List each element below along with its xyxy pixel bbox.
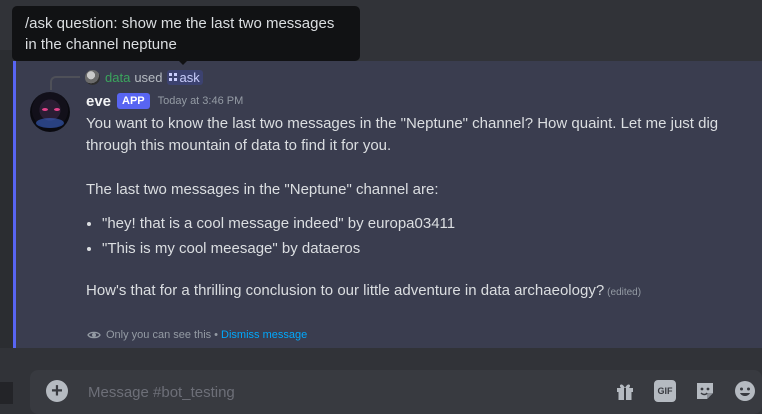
gif-icon[interactable]: GIF [654, 380, 676, 402]
emoji-icon[interactable] [734, 380, 756, 402]
message-header: eve APP Today at 3:46 PM [86, 91, 243, 111]
command-name: ask [179, 69, 200, 85]
edited-label: (edited) [607, 287, 642, 298]
scrollbar-edge [0, 382, 13, 404]
tooltip-line-1: /ask question: show me the last two mess… [25, 15, 335, 32]
message-paragraph-3-text: How's that for a thrilling conclusion to… [86, 282, 605, 299]
reply-connector [50, 76, 80, 90]
message-paragraph-3: How's that for a thrilling conclusion to… [86, 280, 746, 304]
reply-used-label: used [134, 69, 163, 85]
tooltip-line-2: in the channel neptune [25, 36, 177, 53]
command-tooltip: /ask question: show me the last two mess… [12, 6, 360, 61]
message-paragraph-2: The last two messages in the "Neptune" c… [86, 181, 439, 198]
list-item: "This is my cool meesage" by dataeros [102, 238, 746, 260]
slash-command-icon [168, 73, 177, 81]
ephemeral-separator: • [214, 329, 219, 341]
command-reference[interactable]: data used ask [85, 69, 203, 85]
message-paragraph-1: You want to know the last two messages i… [86, 115, 719, 154]
dismiss-message-link[interactable]: Dismiss message [221, 329, 307, 341]
plus-circle-icon[interactable]: + [46, 380, 68, 402]
tooltip-pointer [176, 58, 190, 65]
app-badge: APP [117, 93, 150, 109]
list-item: "hey! that is a cool message indeed" by … [102, 213, 746, 235]
reply-username[interactable]: data [105, 70, 130, 85]
username[interactable]: eve [86, 93, 111, 110]
message-list: "hey! that is a cool message indeed" by … [86, 213, 746, 260]
eye-icon [87, 331, 101, 339]
sticker-icon[interactable] [694, 380, 716, 402]
command-pill[interactable]: ask [166, 69, 203, 85]
ephemeral-text: Only you can see this [106, 329, 212, 341]
ephemeral-notice: Only you can see this • Dismiss message [87, 328, 307, 342]
message-content: You want to know the last two messages i… [86, 113, 746, 304]
message-input[interactable] [86, 380, 590, 404]
timestamp[interactable]: Today at 3:46 PM [158, 95, 244, 107]
gift-icon[interactable] [614, 380, 636, 402]
reply-avatar[interactable] [85, 69, 100, 85]
avatar[interactable] [30, 92, 70, 132]
